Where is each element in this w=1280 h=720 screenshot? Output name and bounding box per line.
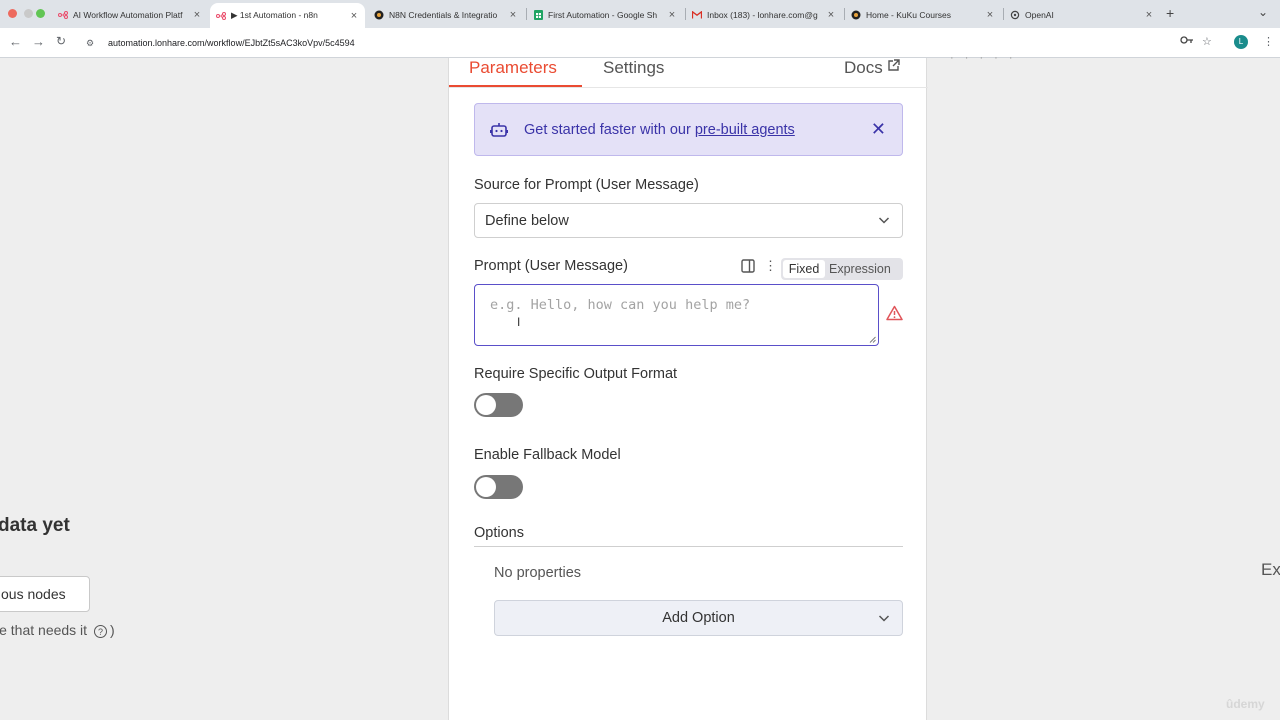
fixed-mode-button[interactable]: Fixed (783, 260, 825, 278)
no-input-data-heading: data yet (0, 515, 70, 536)
banner-message: Get started faster with our (524, 121, 695, 138)
browser-tab[interactable]: Home - KuKu Courses × (845, 4, 1001, 26)
n8n-icon (58, 10, 68, 20)
tab-title: ▶ 1st Automation - n8n (231, 10, 318, 20)
hint-close-paren: ) (109, 622, 115, 638)
more-options-icon[interactable]: ⋮ (764, 258, 777, 274)
panel-tabs: Parameters Settings Docs (449, 58, 928, 88)
profile-avatar[interactable]: L (1234, 35, 1248, 49)
browser-tab[interactable]: First Automation - Google Sh × (527, 4, 683, 26)
close-icon[interactable]: × (192, 9, 202, 21)
fallback-model-label: Enable Fallback Model (474, 447, 621, 463)
tab-search-chevron-icon[interactable]: ⌄ (1258, 5, 1268, 19)
reload-icon[interactable]: ↻ (56, 34, 66, 48)
prompt-placeholder: e.g. Hello, how can you help me? (490, 297, 751, 313)
new-tab-icon[interactable]: + (1166, 5, 1174, 21)
source-prompt-value: Define below (485, 212, 569, 229)
browser-tab-bar: AI Workflow Automation Platf × ▶ 1st Aut… (0, 0, 1280, 28)
prebuilt-agents-link[interactable]: pre-built agents (695, 122, 795, 138)
chevron-down-icon (878, 217, 890, 224)
banner-text: Get started faster with our pre-built ag… (524, 122, 795, 138)
tab-title: N8N Credentials & Integratio (389, 10, 498, 20)
tab-title: Home - KuKu Courses (866, 10, 952, 20)
close-icon[interactable]: × (508, 9, 518, 21)
resize-handle-icon[interactable] (869, 336, 876, 343)
close-icon[interactable]: × (667, 9, 677, 21)
bookmark-star-icon[interactable]: ☆ (1202, 35, 1212, 48)
forward-arrow-icon[interactable]: → (32, 34, 45, 49)
n8n-icon (216, 11, 226, 21)
kuku-icon (851, 10, 861, 20)
close-icon[interactable]: × (1144, 9, 1154, 21)
browser-menu-icon[interactable]: ⋮ (1263, 35, 1274, 48)
node-parameters-panel: Parameters Settings Docs Get started fas… (448, 58, 928, 720)
window-minimize-button[interactable] (24, 9, 33, 18)
output-format-toggle[interactable] (474, 393, 523, 417)
back-arrow-icon[interactable]: ← (9, 34, 22, 49)
toggle-knob (476, 477, 496, 497)
add-option-label: Add Option (662, 610, 735, 626)
sheets-icon (533, 10, 543, 20)
output-panel-edge-text: Ex (1261, 560, 1280, 579)
address-toolbar: ← → ↻ ⚙ automation.lonhare.com/workflow/… (0, 28, 1280, 58)
window-zoom-button[interactable] (36, 9, 45, 18)
tab-title: AI Workflow Automation Platf (73, 10, 183, 20)
fixed-expression-toggle: Fixed Expression (781, 258, 903, 280)
toggle-knob (476, 395, 496, 415)
active-tab-indicator (449, 85, 582, 87)
close-icon[interactable]: × (826, 9, 836, 21)
prompt-tools: ⋮ Fixed Expression (738, 258, 903, 280)
docs-link[interactable]: Docs (844, 58, 901, 78)
password-key-icon[interactable] (1180, 35, 1194, 48)
input-hint-text: le that needs it ?) (0, 622, 115, 638)
site-settings-icon[interactable]: ⚙ (86, 38, 100, 49)
hint-text: le that needs it (0, 622, 88, 638)
udemy-watermark: ûdemy (1226, 697, 1265, 711)
no-properties-text: No properties (494, 565, 582, 581)
fallback-model-toggle[interactable] (474, 475, 523, 499)
openai-icon (1010, 10, 1020, 20)
tab-settings[interactable]: Settings (603, 58, 664, 78)
docs-label: Docs (844, 58, 883, 77)
output-format-label: Require Specific Output Format (474, 366, 678, 382)
options-divider (474, 546, 903, 547)
browser-tab-active[interactable]: ▶ 1st Automation - n8n × (210, 3, 365, 28)
execute-previous-nodes-button[interactable]: ous nodes (0, 576, 90, 612)
browser-tab[interactable]: Inbox (183) - lonhare.com@g × (686, 4, 842, 26)
tab-title: Inbox (183) - lonhare.com@g (707, 10, 818, 20)
close-icon[interactable]: × (985, 9, 995, 21)
add-option-button[interactable]: Add Option (494, 600, 903, 636)
url-text: automation.lonhare.com/workflow/EJbtZt5s… (108, 38, 355, 48)
source-prompt-label: Source for Prompt (User Message) (474, 177, 699, 193)
external-link-icon (888, 59, 901, 71)
window-close-button[interactable] (8, 9, 17, 18)
faded-output-label: · · · · · (950, 52, 1017, 64)
kuku-icon (374, 10, 384, 20)
tab-title: OpenAI (1025, 10, 1054, 20)
tab-parameters[interactable]: Parameters (469, 58, 557, 78)
text-cursor-icon: I (517, 315, 521, 329)
close-icon[interactable]: × (349, 10, 359, 22)
gmail-icon (692, 10, 702, 20)
robot-icon (490, 122, 508, 137)
close-icon[interactable]: ✕ (871, 119, 886, 140)
tab-title: First Automation - Google Sh (548, 10, 658, 20)
browser-tab[interactable]: AI Workflow Automation Platf × (52, 4, 208, 26)
panel-toggle-icon[interactable] (741, 259, 755, 278)
browser-tab[interactable]: N8N Credentials & Integratio × (368, 4, 524, 26)
warning-icon (886, 305, 903, 321)
source-prompt-select[interactable]: Define below (474, 203, 903, 238)
expression-mode-button[interactable]: Expression (829, 260, 891, 278)
prebuilt-agents-banner: Get started faster with our pre-built ag… (474, 103, 903, 156)
options-heading: Options (474, 525, 524, 541)
help-question-icon[interactable]: ? (93, 625, 107, 638)
browser-tab[interactable]: OpenAI × (1004, 4, 1160, 26)
prompt-label: Prompt (User Message) (474, 258, 628, 274)
prompt-textarea[interactable]: e.g. Hello, how can you help me? I (474, 284, 879, 346)
chevron-down-icon (878, 615, 890, 622)
url-bar[interactable]: ⚙ automation.lonhare.com/workflow/EJbtZt… (80, 32, 1230, 54)
